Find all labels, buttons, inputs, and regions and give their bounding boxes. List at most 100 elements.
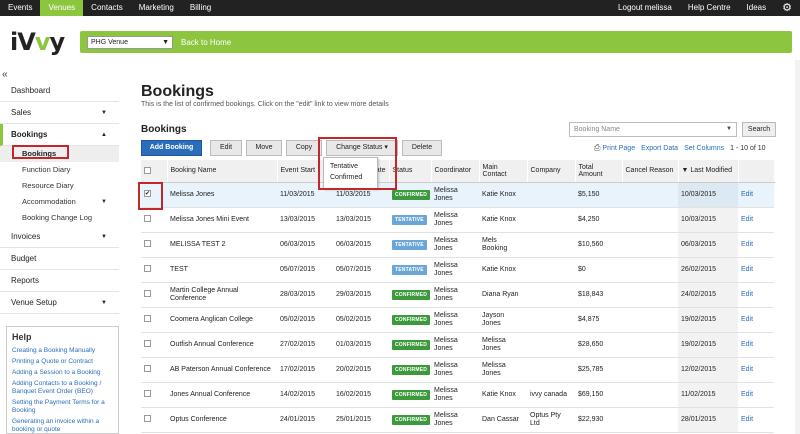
table-row[interactable]: Coomera Anglican College 05/02/2015 05/0… <box>141 307 774 333</box>
col-coordinator[interactable]: Coordinator <box>431 160 480 183</box>
table-row[interactable]: Jones Annual Conference 14/02/2015 16/02… <box>141 382 774 408</box>
edit-button[interactable]: Edit <box>210 140 242 156</box>
edit-link[interactable]: Edit <box>738 307 774 333</box>
ivvy-logo[interactable]: iVvy <box>10 28 65 56</box>
sidebar-item-reports[interactable]: Reports <box>0 270 119 292</box>
sidebar-sub-booking-change-log[interactable]: Booking Change Log <box>0 210 119 226</box>
col-cancel-reason[interactable]: Cancel Reason <box>622 160 679 183</box>
help-link[interactable]: Creating a Booking Manually <box>12 347 113 355</box>
row-checkbox[interactable] <box>144 215 151 223</box>
print-icon: ⎙ <box>594 143 601 152</box>
col-last-modified[interactable]: ▼ Last Modified <box>678 160 739 183</box>
sidebar-item-label: Invoices <box>11 232 41 241</box>
table-row[interactable]: Martin College Annual Conference 28/03/2… <box>141 282 774 308</box>
sidebar-sub-function-diary[interactable]: Function Diary <box>0 162 119 178</box>
edit-link[interactable]: Edit <box>738 357 774 383</box>
delete-button[interactable]: Delete <box>402 140 442 156</box>
nav-contacts[interactable]: Contacts <box>83 0 131 16</box>
sidebar-item-venue-setup[interactable]: Venue Setup ▼ <box>0 292 119 314</box>
sidebar-item-sales[interactable]: Sales ▼ <box>0 102 119 124</box>
row-checkbox[interactable] <box>144 365 151 373</box>
collapse-sidebar-button[interactable]: « <box>2 69 8 80</box>
copy-button[interactable]: Copy <box>286 140 322 156</box>
row-checkbox[interactable] <box>144 240 151 248</box>
table-row[interactable]: AB Paterson Annual Conference 17/02/2015… <box>141 357 774 383</box>
move-button[interactable]: Move <box>246 140 282 156</box>
row-select-cell[interactable] <box>141 382 167 408</box>
sidebar-item-budget[interactable]: Budget <box>0 248 119 270</box>
sidebar-item-bookings[interactable]: Bookings ▲ <box>0 124 119 146</box>
help-centre-link[interactable]: Help Centre <box>680 0 739 16</box>
row-checkbox[interactable] <box>144 415 151 423</box>
help-link[interactable]: Adding a Session to a Booking <box>12 369 113 377</box>
nav-events[interactable]: Events <box>0 0 40 16</box>
edit-link[interactable]: Edit <box>738 407 774 433</box>
cell-main-contact: Katie Knox <box>479 207 527 233</box>
col-main-contact[interactable]: Main Contact <box>479 160 528 183</box>
edit-link[interactable]: Edit <box>738 282 774 308</box>
col-booking-name[interactable]: Booking Name <box>167 160 278 183</box>
edit-link[interactable]: Edit <box>738 257 774 283</box>
row-checkbox[interactable] <box>144 265 151 273</box>
edit-link[interactable]: Edit <box>738 332 774 358</box>
status-badge: CONFIRMED <box>392 389 431 400</box>
help-link[interactable]: Generating an invoice within a booking o… <box>12 418 113 434</box>
export-data-link[interactable]: Export Data <box>641 145 678 152</box>
cell-coordinator: Melissa Jones <box>431 232 479 258</box>
table-row[interactable]: Melissa Jones Mini Event 13/03/2015 13/0… <box>141 207 774 233</box>
table-row[interactable]: TEST 05/07/2015 05/07/2015 TENTATIVE Mel… <box>141 257 774 283</box>
row-checkbox[interactable] <box>144 290 151 298</box>
select-all-header[interactable] <box>141 160 168 183</box>
table-row[interactable]: ✔ Melissa Jones 11/03/2015 11/03/2015 CO… <box>141 182 774 208</box>
row-checkbox[interactable] <box>144 340 151 348</box>
row-checkbox[interactable] <box>144 390 151 398</box>
set-columns-link[interactable]: Set Columns <box>684 145 724 152</box>
edit-link[interactable]: Edit <box>738 382 774 408</box>
nav-marketing[interactable]: Marketing <box>131 0 182 16</box>
search-button[interactable]: Search <box>742 122 776 137</box>
select-all-checkbox[interactable] <box>144 167 151 175</box>
col-company[interactable]: Company <box>527 160 576 183</box>
nav-billing[interactable]: Billing <box>182 0 219 16</box>
row-select-cell[interactable] <box>141 357 167 383</box>
caret-down-icon: ▼ <box>101 110 107 116</box>
print-page-link[interactable]: Print Page <box>602 145 635 152</box>
add-booking-button[interactable]: Add Booking <box>141 140 202 156</box>
help-title: Help <box>12 332 32 342</box>
booking-search-input[interactable]: Booking Name ▼ <box>569 122 737 137</box>
page-scrollbar[interactable] <box>795 60 800 434</box>
help-link[interactable]: Setting the Payment Terms for a Booking <box>12 399 113 415</box>
row-select-cell[interactable] <box>141 282 167 308</box>
back-to-home-link[interactable]: Back to Home <box>181 38 231 47</box>
edit-link[interactable]: Edit <box>738 232 774 258</box>
cell-end-date: 13/03/2015 <box>333 207 389 233</box>
col-total-amount[interactable]: Total Amount <box>575 160 623 183</box>
logout-link[interactable]: Logout melissa <box>610 0 680 16</box>
nav-venues[interactable]: Venues <box>40 0 84 16</box>
sidebar-sub-accommodation[interactable]: Accommodation ▼ <box>0 194 119 210</box>
cell-cancel-reason <box>622 282 678 308</box>
row-select-cell[interactable] <box>141 257 167 283</box>
help-link[interactable]: Printing a Quote or Contract <box>12 358 113 366</box>
row-select-cell[interactable] <box>141 307 167 333</box>
table-row[interactable]: Outfish Annual Conference 27/02/2015 01/… <box>141 332 774 358</box>
gear-icon[interactable]: ⚙ <box>774 0 800 16</box>
table-row[interactable]: Optus Conference 24/01/2015 25/01/2015 C… <box>141 407 774 433</box>
row-select-cell[interactable] <box>141 407 167 433</box>
sidebar-item-label: Dashboard <box>11 86 51 95</box>
col-last-modified-label: Last Modified <box>690 167 733 175</box>
edit-link[interactable]: Edit <box>738 182 774 208</box>
row-select-cell[interactable] <box>141 207 167 233</box>
table-row[interactable]: MELISSA TEST 2 06/03/2015 06/03/2015 TEN… <box>141 232 774 258</box>
row-select-cell[interactable] <box>141 332 167 358</box>
row-select-cell[interactable] <box>141 232 167 258</box>
help-link[interactable]: Adding Contacts to a Booking / Banquet E… <box>12 380 113 396</box>
sidebar-item-invoices[interactable]: Invoices ▼ <box>0 226 119 248</box>
cell-company: Optus Pty Ltd <box>527 407 575 433</box>
row-checkbox[interactable] <box>144 315 151 323</box>
ideas-link[interactable]: Ideas <box>739 0 775 16</box>
sidebar-item-dashboard[interactable]: Dashboard <box>0 80 119 102</box>
edit-link[interactable]: Edit <box>738 207 774 233</box>
venue-select[interactable]: PHG Venue ▼ <box>87 35 173 49</box>
sidebar-sub-resource-diary[interactable]: Resource Diary <box>0 178 119 194</box>
